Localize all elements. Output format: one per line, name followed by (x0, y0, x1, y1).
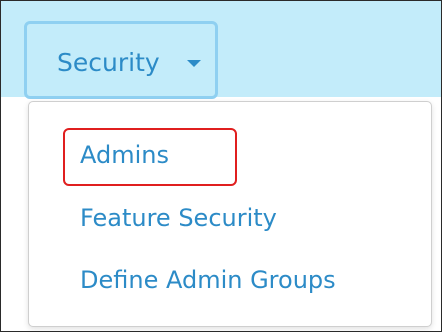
screenshot-frame: Security Admins Feature Security Define … (0, 0, 442, 332)
caret-down-icon (187, 60, 201, 67)
menu-item-admins[interactable]: Admins (80, 141, 169, 169)
navbar: Security (1, 1, 441, 99)
security-menu-label: Security (57, 48, 160, 77)
security-menu-button[interactable]: Security (24, 21, 218, 99)
menu-item-feature-security[interactable]: Feature Security (80, 204, 277, 232)
menu-item-define-admin-groups[interactable]: Define Admin Groups (80, 266, 336, 294)
